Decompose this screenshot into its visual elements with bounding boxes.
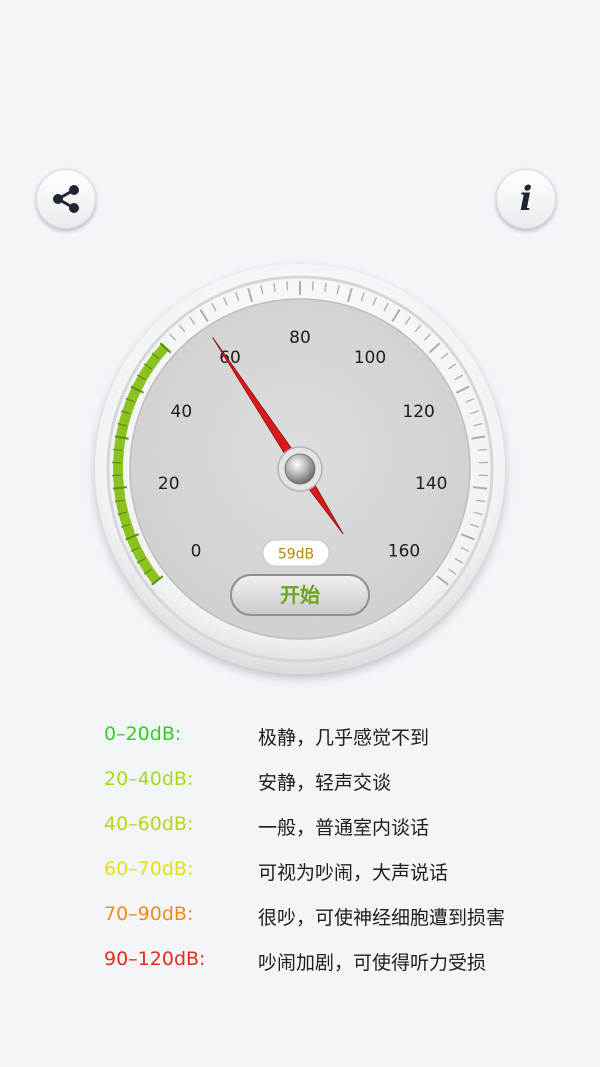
legend-range: 70–90dB: xyxy=(104,903,194,925)
scale-label: 40 xyxy=(171,402,193,422)
legend-range: 90–120dB: xyxy=(104,948,206,970)
legend-row: 40–60dB: 一般，普通室内谈话 xyxy=(0,813,600,843)
legend-row: 60–70dB: 可视为吵闹，大声说话 xyxy=(0,858,600,888)
gauge-tick xyxy=(311,281,314,291)
scale-label: 80 xyxy=(289,328,311,348)
legend-description: 吵闹加剧，可使得听力受损 xyxy=(258,952,487,974)
legend-row: 90–120dB: 吵闹加剧，可使得听力受损 xyxy=(0,948,600,978)
legend-description: 可视为吵闹，大声说话 xyxy=(258,862,449,884)
scale-label: 120 xyxy=(402,402,434,422)
legend-description: 安静，轻声交谈 xyxy=(258,772,392,794)
reading-value: 59dB xyxy=(278,547,314,563)
sound-level-gauge: 020406080100120140160 59dB 开始 xyxy=(95,264,505,674)
scale-label: 20 xyxy=(158,474,180,494)
scale-label: 160 xyxy=(388,541,420,561)
start-button[interactable]: 开始 xyxy=(230,574,370,616)
needle-hub-cap xyxy=(284,453,316,485)
legend-description: 一般，普通室内谈话 xyxy=(258,817,430,839)
legend-description: 极静，几乎感觉不到 xyxy=(258,727,430,749)
legend-range: 20–40dB: xyxy=(104,768,194,790)
legend-description: 很吵，可使神经细胞遭到损害 xyxy=(258,907,506,929)
start-button-label: 开始 xyxy=(280,583,320,607)
scale-label: 140 xyxy=(415,474,447,494)
legend-range: 40–60dB: xyxy=(104,813,194,835)
gauge-tick xyxy=(286,281,289,291)
scale-label: 0 xyxy=(191,541,202,561)
legend-row: 0–20dB: 极静，几乎感觉不到 xyxy=(0,723,600,753)
legend-range: 0–20dB: xyxy=(104,723,182,745)
legend-row: 70–90dB: 很吵，可使神经细胞遭到损害 xyxy=(0,903,600,933)
legend-range: 60–70dB: xyxy=(104,858,194,880)
legend-row: 20–40dB: 安静，轻声交谈 xyxy=(0,768,600,798)
scale-label: 100 xyxy=(354,348,386,368)
